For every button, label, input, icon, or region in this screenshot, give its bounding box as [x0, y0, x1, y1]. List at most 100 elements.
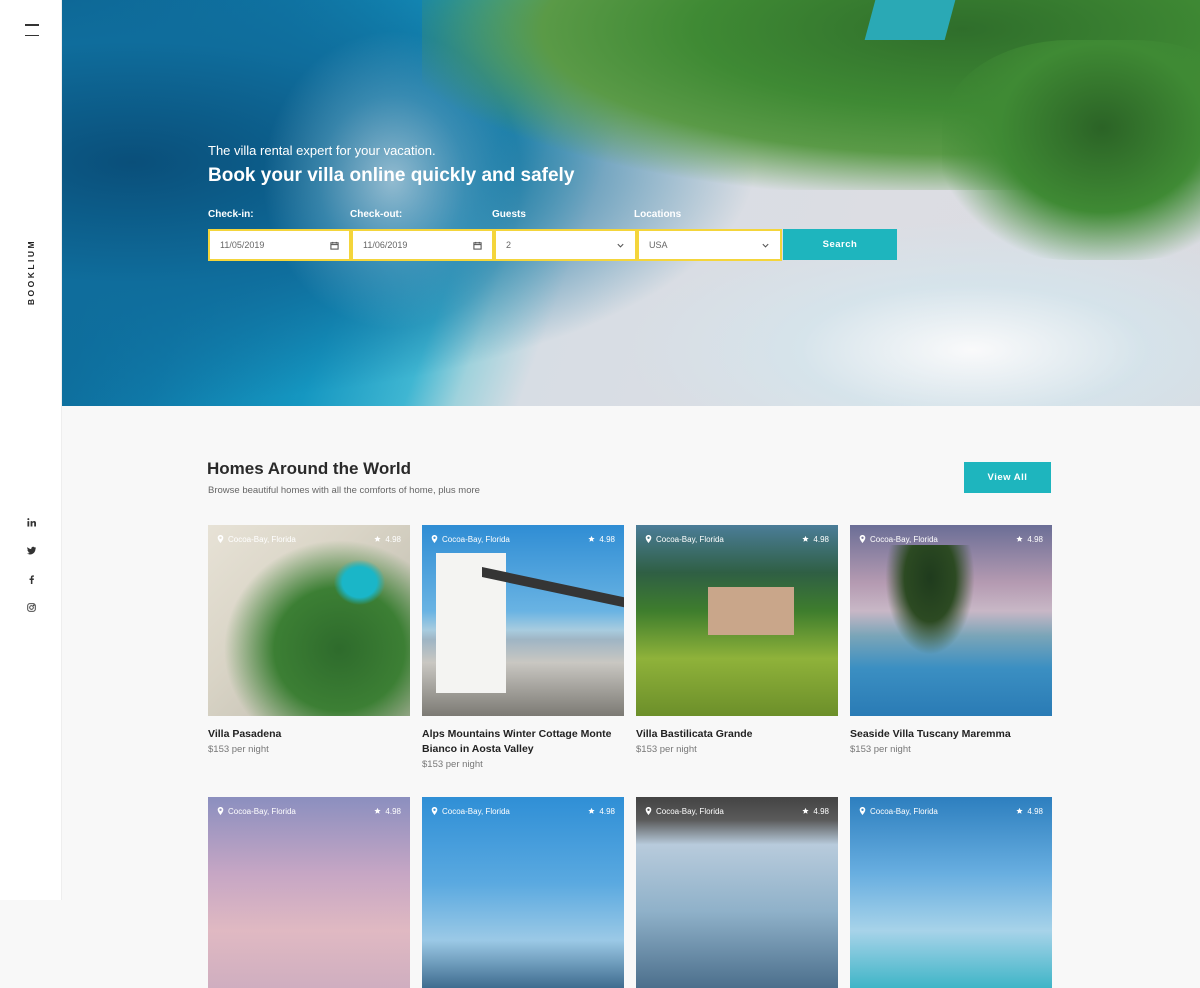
map-pin-icon	[645, 535, 652, 543]
listing-image[interactable]: Cocoa-Bay, Florida 4.98	[422, 525, 624, 716]
linkedin-icon[interactable]	[22, 513, 40, 531]
listing-meta: Cocoa-Bay, Florida 4.98	[850, 797, 1052, 825]
checkout-field[interactable]: 11/06/2019	[351, 229, 494, 261]
star-icon	[374, 535, 382, 542]
listing-location: Cocoa-Bay, Florida	[859, 535, 938, 544]
listing-card[interactable]: Cocoa-Bay, Florida 4.98 Villa Pasadena $…	[208, 525, 410, 755]
listing-rating: 4.98	[588, 807, 615, 816]
listing-image[interactable]: Cocoa-Bay, Florida 4.98	[850, 525, 1052, 716]
hero-subtitle: The villa rental expert for your vacatio…	[208, 143, 436, 158]
listing-image[interactable]: Cocoa-Bay, Florida 4.98	[636, 525, 838, 716]
hero-roof	[864, 0, 956, 40]
listing-image[interactable]: Cocoa-Bay, Florida 4.98	[208, 525, 410, 716]
star-icon	[1016, 807, 1024, 814]
listing-meta: Cocoa-Bay, Florida 4.98	[636, 797, 838, 825]
checkin-label: Check-in:	[208, 209, 254, 220]
search-button[interactable]: Search	[783, 229, 897, 260]
checkin-field[interactable]: 11/05/2019	[208, 229, 351, 261]
map-pin-icon	[859, 535, 866, 543]
instagram-icon[interactable]	[22, 598, 40, 616]
hero-text: The villa rental expert for your vacatio…	[208, 143, 574, 187]
listing-card[interactable]: Cocoa-Bay, Florida 4.98 Alps Mountains W…	[422, 525, 624, 770]
listing-rating: 4.98	[1016, 807, 1043, 816]
section-title: Homes Around the World	[207, 459, 411, 478]
listing-card[interactable]: Cocoa-Bay, Florida 4.98	[422, 797, 624, 988]
star-icon	[374, 807, 382, 814]
listing-card[interactable]: Cocoa-Bay, Florida 4.98 Villa Bastilicat…	[636, 525, 838, 755]
view-all-button[interactable]: View All	[964, 462, 1051, 493]
brand-logo[interactable]: BOOKLIUM	[26, 239, 36, 305]
listing-rating: 4.98	[374, 807, 401, 816]
listing-meta: Cocoa-Bay, Florida 4.98	[850, 525, 1052, 553]
listing-meta: Cocoa-Bay, Florida 4.98	[422, 525, 624, 553]
listing-card[interactable]: Cocoa-Bay, Florida 4.98 Seaside Villa Tu…	[850, 525, 1052, 755]
listing-location: Cocoa-Bay, Florida	[431, 807, 510, 816]
listing-location: Cocoa-Bay, Florida	[645, 807, 724, 816]
listing-location: Cocoa-Bay, Florida	[431, 535, 510, 544]
listing-card[interactable]: Cocoa-Bay, Florida 4.98	[850, 797, 1052, 988]
listing-card[interactable]: Cocoa-Bay, Florida 4.98	[636, 797, 838, 988]
listing-rating: 4.98	[802, 535, 829, 544]
listing-meta: Cocoa-Bay, Florida 4.98	[636, 525, 838, 553]
listing-location: Cocoa-Bay, Florida	[217, 807, 296, 816]
map-pin-icon	[645, 807, 652, 815]
map-pin-icon	[431, 807, 438, 815]
star-icon	[802, 807, 810, 814]
listing-image[interactable]: Cocoa-Bay, Florida 4.98	[636, 797, 838, 988]
map-pin-icon	[859, 807, 866, 815]
checkin-value: 11/05/2019	[220, 240, 265, 250]
listing-image[interactable]: Cocoa-Bay, Florida 4.98	[422, 797, 624, 988]
star-icon	[588, 807, 596, 814]
listing-location: Cocoa-Bay, Florida	[645, 535, 724, 544]
house-building	[708, 587, 794, 635]
listing-meta: Cocoa-Bay, Florida 4.98	[422, 797, 624, 825]
map-pin-icon	[217, 535, 224, 543]
listing-meta: Cocoa-Bay, Florida 4.98	[208, 797, 410, 825]
chevron-down-icon	[617, 243, 624, 248]
map-pin-icon	[217, 807, 224, 815]
star-icon	[588, 535, 596, 542]
star-icon	[802, 535, 810, 542]
hero-forest-right	[942, 40, 1200, 260]
listing-price: $153 per night	[850, 744, 911, 755]
listing-price: $153 per night	[208, 744, 269, 755]
listing-name[interactable]: Alps Mountains Winter Cottage Monte Bian…	[422, 727, 624, 757]
calendar-icon	[330, 241, 339, 250]
sidebar: BOOKLIUM	[0, 0, 62, 900]
map-pin-icon	[431, 535, 438, 543]
checkout-value: 11/06/2019	[363, 240, 408, 250]
locations-select[interactable]: USA	[637, 229, 782, 261]
listing-name[interactable]: Seaside Villa Tuscany Maremma	[850, 727, 1052, 742]
listing-meta: Cocoa-Bay, Florida 4.98	[208, 525, 410, 553]
checkout-label: Check-out:	[350, 209, 403, 220]
twitter-icon[interactable]	[22, 541, 40, 559]
listing-location: Cocoa-Bay, Florida	[217, 535, 296, 544]
listing-name[interactable]: Villa Pasadena	[208, 727, 410, 742]
listing-rating: 4.98	[374, 535, 401, 544]
guests-value: 2	[506, 240, 512, 250]
listing-image[interactable]: Cocoa-Bay, Florida 4.98	[850, 797, 1052, 988]
hero-banner: The villa rental expert for your vacatio…	[62, 0, 1200, 406]
listing-name[interactable]: Villa Bastilicata Grande	[636, 727, 838, 742]
listing-rating: 4.98	[1016, 535, 1043, 544]
listing-price: $153 per night	[422, 759, 483, 770]
listing-price: $153 per night	[636, 744, 697, 755]
listing-card[interactable]: Cocoa-Bay, Florida 4.98	[208, 797, 410, 988]
calendar-icon	[473, 241, 482, 250]
locations-value: USA	[649, 240, 668, 250]
locations-label: Locations	[634, 209, 682, 220]
chevron-down-icon	[762, 243, 769, 248]
search-form: 11/05/2019 11/06/2019 2 USA Search	[208, 229, 897, 261]
section-subtitle: Browse beautiful homes with all the comf…	[208, 485, 480, 496]
palm-trees	[885, 545, 975, 655]
listing-rating: 4.98	[588, 535, 615, 544]
hamburger-menu-icon[interactable]	[25, 24, 39, 38]
star-icon	[1016, 535, 1024, 542]
listing-rating: 4.98	[802, 807, 829, 816]
facebook-icon[interactable]	[22, 570, 40, 588]
guests-select[interactable]: 2	[494, 229, 637, 261]
search-form-labels: Check-in: Check-out: Guests Locations	[208, 209, 776, 220]
hero-title: Book your villa online quickly and safel…	[208, 165, 575, 186]
listing-image[interactable]: Cocoa-Bay, Florida 4.98	[208, 797, 410, 988]
guests-label: Guests	[492, 209, 526, 220]
